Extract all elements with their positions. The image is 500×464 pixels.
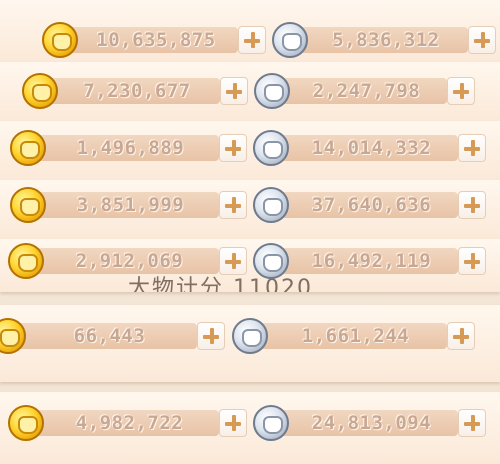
currency-row: 7,230,677 2,247,798 [0, 73, 500, 109]
gold-coin-face [18, 254, 38, 272]
silver-coin-icon [232, 318, 268, 354]
currency-row: 1,496,889 14,014,332 [0, 130, 500, 166]
add-silver-button[interactable] [458, 247, 486, 275]
gold-amount-value: 7,230,677 [83, 80, 191, 102]
add-gold-button[interactable] [197, 322, 225, 350]
silver-amount-value: 37,640,636 [311, 194, 432, 216]
gold-coin-face [32, 84, 52, 102]
silver-coin-face [264, 84, 284, 102]
add-silver-button[interactable] [458, 134, 486, 162]
add-gold-button[interactable] [220, 77, 248, 105]
gold-coin-face [20, 198, 40, 216]
gold-amount-value: 10,635,875 [96, 29, 216, 51]
silver-amount-value: 5,836,312 [332, 29, 440, 51]
gold-coin-icon [10, 187, 46, 223]
add-silver-button[interactable] [468, 26, 496, 54]
currency-row: 66,443 1,661,244 [0, 318, 500, 354]
add-gold-button[interactable] [219, 247, 247, 275]
gold-coin-face [52, 33, 72, 51]
gold-amount-value: 3,851,999 [76, 194, 185, 216]
add-silver-button[interactable] [458, 409, 486, 437]
gold-coin-icon [8, 405, 44, 441]
add-silver-button[interactable] [458, 191, 486, 219]
gold-amount-value: 4,982,722 [75, 412, 184, 434]
silver-coin-face [282, 33, 302, 51]
gold-amount-value: 2,912,069 [75, 250, 184, 272]
silver-coin-icon [253, 187, 289, 223]
silver-amount-value: 1,661,244 [301, 325, 410, 347]
silver-coin-face [263, 141, 283, 159]
silver-coin-face [263, 416, 283, 434]
silver-coin-icon [254, 73, 290, 109]
silver-coin-icon [253, 405, 289, 441]
gold-amount-value: 66,443 [73, 325, 146, 347]
gold-coin-face [18, 416, 38, 434]
gold-coin-face [0, 329, 20, 347]
add-silver-button[interactable] [447, 322, 475, 350]
silver-coin-face [263, 254, 283, 272]
gold-coin-icon [22, 73, 58, 109]
add-gold-button[interactable] [238, 26, 266, 54]
silver-coin-face [263, 198, 283, 216]
gold-coin-icon [42, 22, 78, 58]
add-gold-button[interactable] [219, 134, 247, 162]
gold-coin-icon [10, 130, 46, 166]
silver-amount-value: 24,813,094 [311, 412, 432, 434]
currency-row: 4,982,722 24,813,094 [0, 405, 500, 441]
silver-coin-icon [253, 243, 289, 279]
silver-coin-icon [253, 130, 289, 166]
gold-coin-face [20, 141, 40, 159]
add-gold-button[interactable] [219, 191, 247, 219]
silver-coin-icon [272, 22, 308, 58]
currency-row: 2,912,069 16,492,119 [0, 243, 500, 279]
silver-amount-value: 16,492,119 [311, 250, 432, 272]
silver-amount-value: 14,014,332 [311, 137, 432, 159]
gold-coin-icon [8, 243, 44, 279]
gold-amount-value: 1,496,889 [76, 137, 185, 159]
currency-row: 10,635,875 5,836,312 [0, 22, 500, 58]
add-silver-button[interactable] [447, 77, 475, 105]
silver-amount-value: 2,247,798 [312, 80, 421, 102]
add-gold-button[interactable] [219, 409, 247, 437]
silver-coin-face [242, 329, 262, 347]
currency-row: 3,851,999 37,640,636 [0, 187, 500, 223]
